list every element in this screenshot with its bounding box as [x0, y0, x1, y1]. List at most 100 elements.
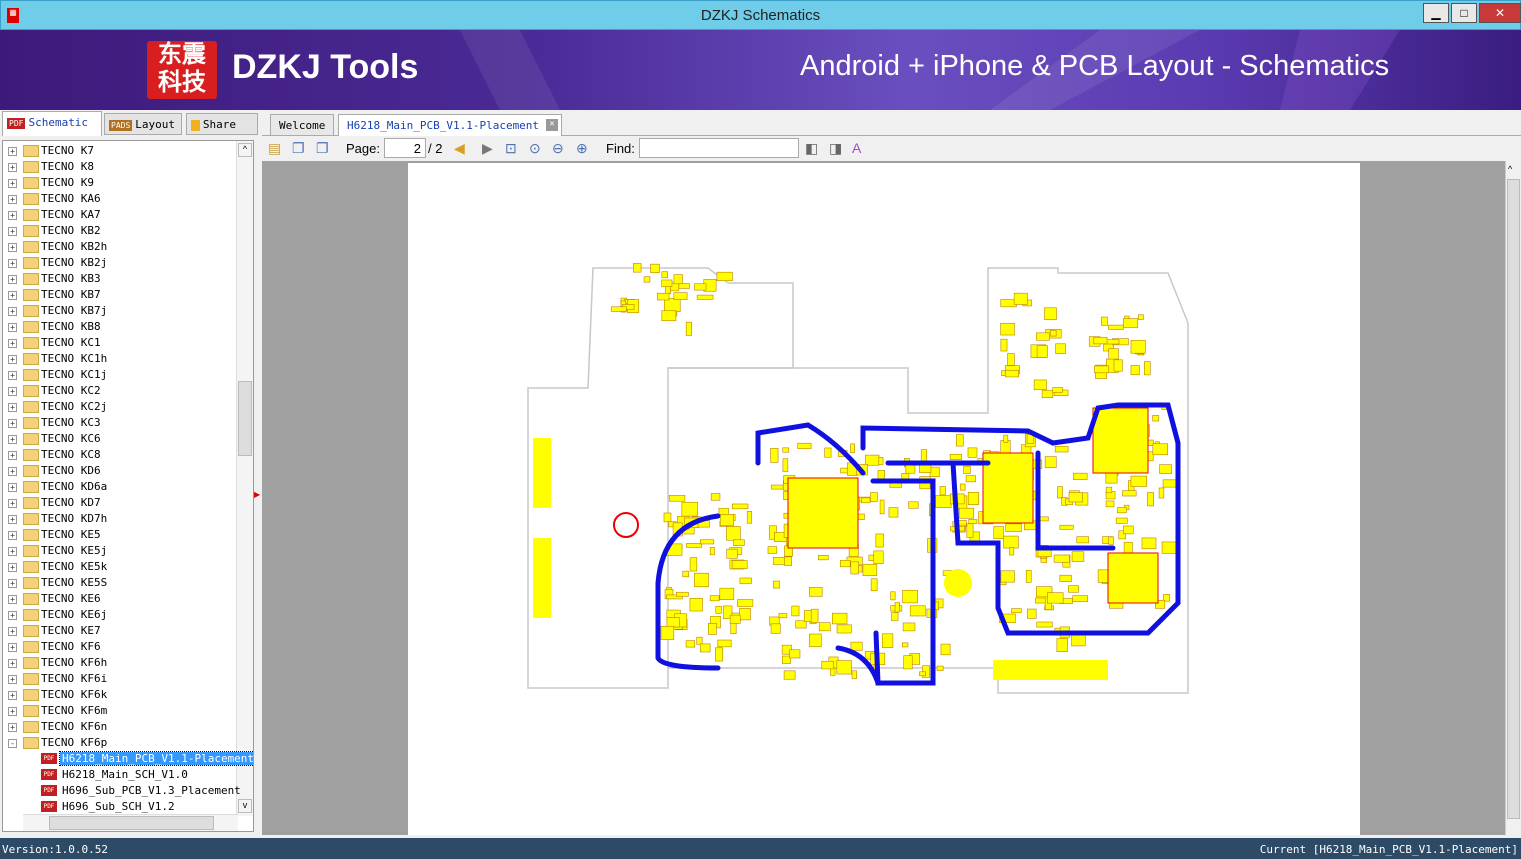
component [694, 572, 709, 588]
component [966, 523, 974, 538]
component [1041, 389, 1054, 398]
expand-icon[interactable]: + [8, 435, 17, 444]
zoom-out-icon[interactable]: ⊖ [552, 140, 564, 157]
expand-icon[interactable]: + [8, 179, 17, 188]
expand-icon[interactable]: + [8, 211, 17, 220]
folder-label: TECNO KD6a [41, 480, 108, 493]
tree-horizontal-scrollbar[interactable] [23, 814, 238, 831]
expand-icon[interactable]: + [8, 675, 17, 684]
close-tab-icon[interactable]: ✕ [546, 119, 559, 131]
page-single-icon[interactable]: ❐ [292, 140, 305, 157]
expand-icon[interactable]: + [8, 563, 17, 572]
page-continuous-icon[interactable]: ❐ [316, 140, 329, 157]
expand-icon[interactable]: + [8, 467, 17, 476]
folder-label: TECNO KE6 [41, 592, 101, 605]
folder-label: TECNO KC2 [41, 384, 101, 397]
previous-page-icon[interactable]: ◀ [454, 140, 465, 157]
expand-icon[interactable]: + [8, 627, 17, 636]
expand-icon[interactable]: + [8, 339, 17, 348]
viewer-vertical-scrollbar[interactable]: ^ [1505, 161, 1521, 835]
expand-icon[interactable]: + [8, 499, 17, 508]
component [1159, 464, 1172, 475]
expand-icon[interactable]: + [8, 259, 17, 268]
expand-icon[interactable]: + [8, 387, 17, 396]
component [1044, 456, 1057, 469]
component [1009, 547, 1015, 556]
component [668, 495, 686, 502]
tab-current-document[interactable]: H6218_Main_PCB_V1.1-Placement ✕ [338, 114, 563, 136]
component [1141, 537, 1157, 550]
expand-icon[interactable]: + [8, 611, 17, 620]
tab-layout[interactable]: PADS Layout [104, 113, 182, 135]
component [850, 561, 859, 575]
expand-icon[interactable]: - [8, 739, 17, 748]
expand-icon[interactable]: + [8, 419, 17, 428]
expand-icon[interactable]: + [8, 371, 17, 380]
splitter-handle[interactable]: ▶ [254, 490, 260, 499]
find-input[interactable] [639, 138, 799, 158]
expand-icon[interactable]: + [8, 355, 17, 364]
close-button[interactable]: ✕ [1479, 3, 1521, 23]
cloud-icon: ☁ [191, 119, 200, 131]
component [1147, 492, 1154, 507]
document-viewer[interactable] [262, 161, 1505, 835]
find-next-icon[interactable]: ◨ [829, 140, 842, 157]
minimize-button[interactable]: ▁ [1423, 3, 1449, 23]
expand-icon[interactable]: + [8, 275, 17, 284]
pcb-placement-drawing [527, 263, 1189, 694]
expand-icon[interactable]: + [8, 483, 17, 492]
find-previous-icon[interactable]: ◧ [805, 140, 818, 157]
expand-icon[interactable]: + [8, 147, 17, 156]
expand-icon[interactable]: + [8, 307, 17, 316]
expand-icon[interactable]: + [8, 579, 17, 588]
scroll-down-icon[interactable]: v [238, 799, 252, 813]
hscroll-thumb[interactable] [49, 816, 214, 830]
expand-icon[interactable]: + [8, 163, 17, 172]
expand-icon[interactable]: + [8, 659, 17, 668]
component [1003, 535, 1019, 549]
scroll-thumb[interactable] [238, 381, 252, 456]
expand-icon[interactable]: + [8, 515, 17, 524]
expand-icon[interactable]: + [8, 323, 17, 332]
tab-welcome[interactable]: Welcome [270, 114, 335, 136]
expand-icon[interactable]: + [8, 547, 17, 556]
component [676, 591, 689, 597]
highlight-icon[interactable]: A [852, 140, 861, 156]
expand-icon[interactable]: + [8, 531, 17, 540]
expand-icon[interactable]: + [8, 291, 17, 300]
fit-page-icon[interactable]: ⊙ [529, 140, 541, 157]
pdf-file-icon: PDF [41, 769, 57, 780]
scroll-thumb[interactable] [1507, 179, 1520, 819]
fit-width-icon[interactable]: ⊡ [505, 140, 517, 157]
component [1003, 434, 1009, 443]
tree-vertical-scrollbar[interactable]: ^ v [236, 141, 253, 816]
tab-label: Layout [135, 118, 176, 131]
scroll-up-icon[interactable]: ^ [1508, 164, 1512, 174]
expand-icon[interactable]: + [8, 595, 17, 604]
page-number-input[interactable] [384, 138, 426, 158]
zoom-in-icon[interactable]: ⊕ [576, 140, 588, 157]
marker [613, 512, 639, 538]
folder-icon [23, 545, 39, 557]
next-page-icon[interactable]: ▶ [482, 140, 493, 157]
expand-icon[interactable]: + [8, 227, 17, 236]
page-total: / 2 [428, 141, 443, 156]
expand-icon[interactable]: + [8, 643, 17, 652]
expand-icon[interactable]: + [8, 707, 17, 716]
copy-icon[interactable]: ▤ [268, 140, 281, 157]
expand-icon[interactable]: + [8, 691, 17, 700]
tab-share[interactable]: ☁ Share [186, 113, 258, 135]
component [919, 464, 932, 473]
file-tree[interactable]: ^ v + TECNO K7 + TECNO K8 + TECNO K9 + TECNO KA… [2, 140, 254, 832]
scroll-up-icon[interactable]: ^ [238, 143, 252, 157]
tab-schematic[interactable]: PDF Schematic [2, 111, 102, 136]
expand-icon[interactable]: + [8, 723, 17, 732]
expand-icon[interactable]: + [8, 195, 17, 204]
component [770, 484, 784, 490]
maximize-button[interactable]: □ [1451, 3, 1477, 23]
expand-icon[interactable]: + [8, 243, 17, 252]
folder-icon [23, 385, 39, 397]
component [836, 624, 852, 634]
expand-icon[interactable]: + [8, 451, 17, 460]
expand-icon[interactable]: + [8, 403, 17, 412]
